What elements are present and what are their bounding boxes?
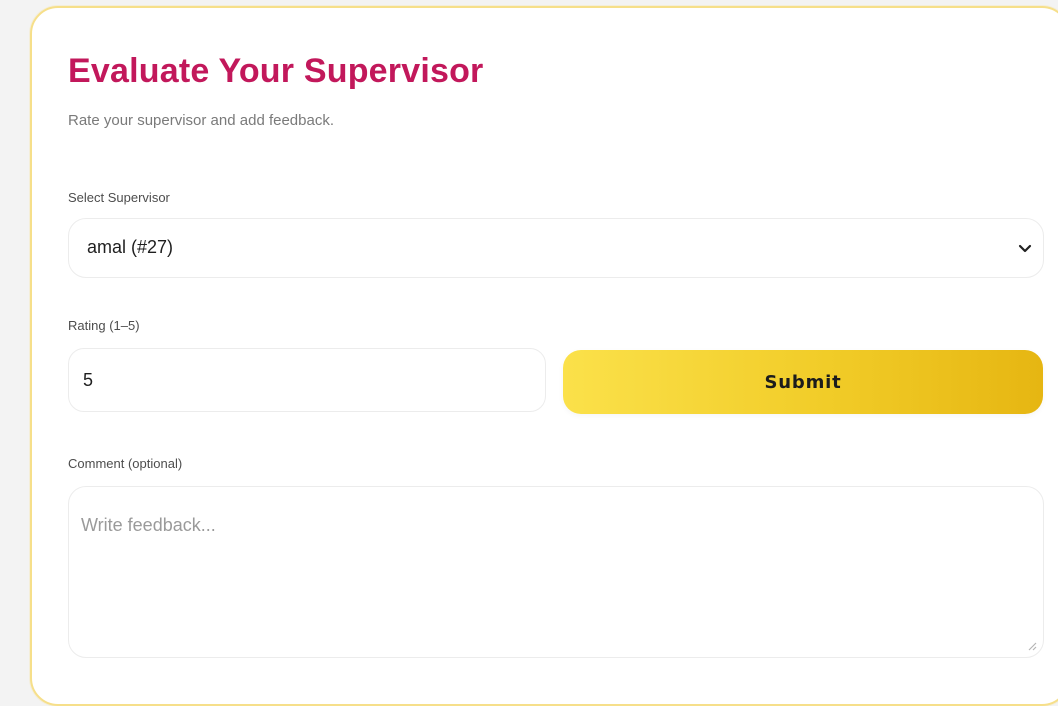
supervisor-label: Select Supervisor bbox=[68, 190, 170, 205]
page-title: Evaluate Your Supervisor bbox=[68, 52, 484, 90]
resize-handle-icon[interactable] bbox=[1027, 641, 1037, 651]
comment-placeholder: Write feedback... bbox=[81, 515, 216, 535]
supervisor-selected-value: amal (#27) bbox=[87, 237, 174, 257]
supervisor-select[interactable]: amal (#27) bbox=[68, 218, 1044, 278]
comment-textarea[interactable]: Write feedback... bbox=[68, 486, 1044, 658]
chevron-down-icon bbox=[1018, 244, 1032, 253]
rating-input[interactable]: 5 bbox=[68, 348, 546, 412]
page-subtitle: Rate your supervisor and add feedback. bbox=[68, 112, 334, 129]
comment-label: Comment (optional) bbox=[68, 456, 183, 471]
rating-value: 5 bbox=[83, 370, 94, 390]
submit-button[interactable]: Submit bbox=[563, 350, 1043, 414]
rating-label: Rating (1–5) bbox=[68, 318, 140, 333]
